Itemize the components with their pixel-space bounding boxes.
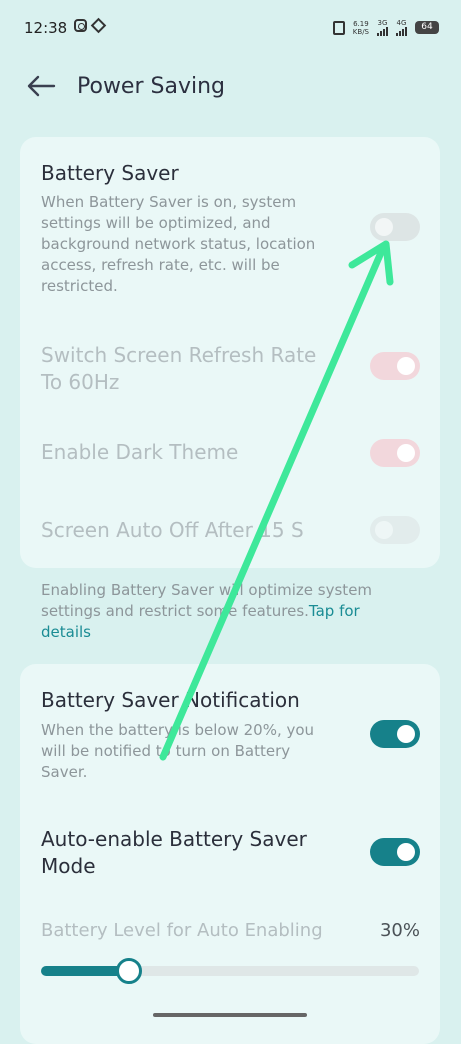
annotation-arrow-icon: [159, 240, 394, 761]
